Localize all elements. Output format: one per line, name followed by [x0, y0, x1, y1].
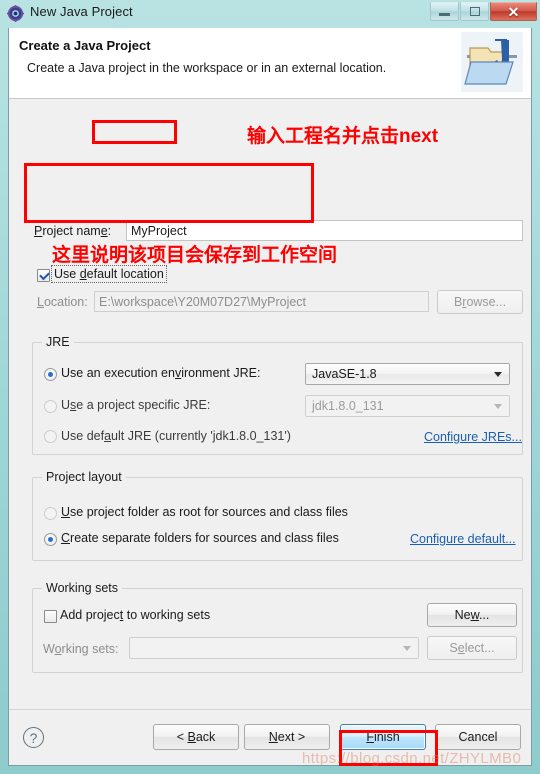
- project-name-value: MyProject: [131, 223, 187, 238]
- cancel-label: Cancel: [458, 730, 498, 744]
- project-specific-jre-combo[interactable]: jdk1.8.0_131: [305, 395, 510, 417]
- select-working-set-label: Select...: [449, 641, 495, 655]
- maximize-button[interactable]: [460, 2, 489, 21]
- focus-outline: [51, 265, 167, 283]
- new-working-set-label: New...: [454, 608, 490, 622]
- configure-default-link[interactable]: Configure default...: [410, 532, 516, 546]
- browse-button[interactable]: Browse...: [437, 290, 523, 314]
- radio-project-folder-root-label: Use project folder as root for sources a…: [61, 505, 348, 519]
- caption-buttons: ✕: [429, 2, 537, 21]
- execution-environment-combo[interactable]: JavaSE-1.8: [305, 363, 510, 385]
- back-label: < Back: [176, 730, 216, 744]
- jre-group-title: JRE: [42, 335, 74, 349]
- radio-execution-environment-jre-label: Use an execution environment JRE:: [61, 366, 261, 380]
- project-name-label: Project name:: [34, 224, 112, 238]
- select-working-set-button[interactable]: Select...: [427, 636, 517, 660]
- wizard-header: Create a Java Project Create a Java proj…: [9, 28, 531, 99]
- chevron-down-icon: [494, 404, 502, 409]
- configure-jres-link[interactable]: Configure JREs...: [424, 430, 522, 444]
- page-title: Create a Java Project: [19, 38, 151, 53]
- location-label: Location:: [37, 295, 88, 309]
- next-button[interactable]: Next >: [244, 724, 330, 750]
- add-to-working-sets-checkbox[interactable]: [44, 610, 57, 623]
- back-button[interactable]: < Back: [153, 724, 239, 750]
- chevron-down-icon: [494, 372, 502, 377]
- window-title: New Java Project: [30, 4, 133, 19]
- minimize-button[interactable]: [430, 2, 459, 21]
- project-layout-group-title: Project layout: [42, 470, 126, 484]
- maximize-icon: [469, 7, 480, 16]
- title-bar: New Java Project ✕: [0, 0, 540, 28]
- project-layout-group: Project layout: [32, 470, 523, 561]
- close-button[interactable]: ✕: [490, 2, 537, 21]
- annotation-text-workspace: 这里说明该项目会保存到工作空间: [52, 245, 338, 266]
- finish-button[interactable]: Finish: [340, 724, 426, 750]
- project-name-input[interactable]: MyProject: [126, 220, 523, 241]
- java-folder-icon: [461, 32, 523, 92]
- radio-execution-environment-jre[interactable]: [44, 368, 57, 381]
- page-description: Create a Java project in the workspace o…: [27, 61, 387, 75]
- close-icon: ✕: [507, 3, 520, 20]
- working-sets-label: Working sets:: [43, 642, 119, 656]
- working-sets-group: Working sets: [32, 581, 523, 673]
- radio-project-specific-jre-label: Use a project specific JRE:: [61, 398, 211, 412]
- location-input[interactable]: E:\workspace\Y20M07D27\MyProject: [94, 291, 429, 312]
- radio-default-jre[interactable]: [44, 430, 57, 443]
- next-label: Next >: [268, 730, 306, 744]
- radio-project-folder-root[interactable]: [44, 507, 57, 520]
- dialog-footer: ? < Back Next > Finish Cancel: [9, 709, 531, 765]
- annotation-text-project-name: 输入工程名并点击next: [247, 126, 439, 147]
- use-default-location-checkbox[interactable]: [37, 269, 50, 282]
- cancel-button[interactable]: Cancel: [435, 724, 521, 750]
- new-working-set-button[interactable]: New...: [427, 603, 517, 627]
- execution-environment-value: JavaSE-1.8: [312, 367, 377, 381]
- new-java-project-window: New Java Project ✕ Create a Java Project…: [0, 0, 540, 774]
- help-icon[interactable]: ?: [23, 727, 44, 748]
- add-to-working-sets-label: Add project to working sets: [60, 608, 211, 622]
- java-project-gear-icon: [7, 5, 24, 22]
- radio-project-specific-jre[interactable]: [44, 400, 57, 413]
- working-sets-group-title: Working sets: [42, 581, 123, 595]
- browse-label: Browse...: [453, 295, 507, 309]
- finish-label: Finish: [366, 730, 400, 744]
- wizard-body: Project name: MyProject Use default loca…: [9, 99, 531, 735]
- minimize-icon: [439, 13, 450, 16]
- project-specific-jre-value: jdk1.8.0_131: [312, 399, 384, 413]
- radio-separate-folders[interactable]: [44, 533, 57, 546]
- working-sets-combo[interactable]: [129, 637, 419, 659]
- location-value: E:\workspace\Y20M07D27\MyProject: [99, 294, 307, 309]
- chevron-down-icon: [403, 646, 411, 651]
- radio-default-jre-label: Use default JRE (currently 'jdk1.8.0_131…: [61, 429, 291, 443]
- radio-separate-folders-label: Create separate folders for sources and …: [61, 531, 339, 545]
